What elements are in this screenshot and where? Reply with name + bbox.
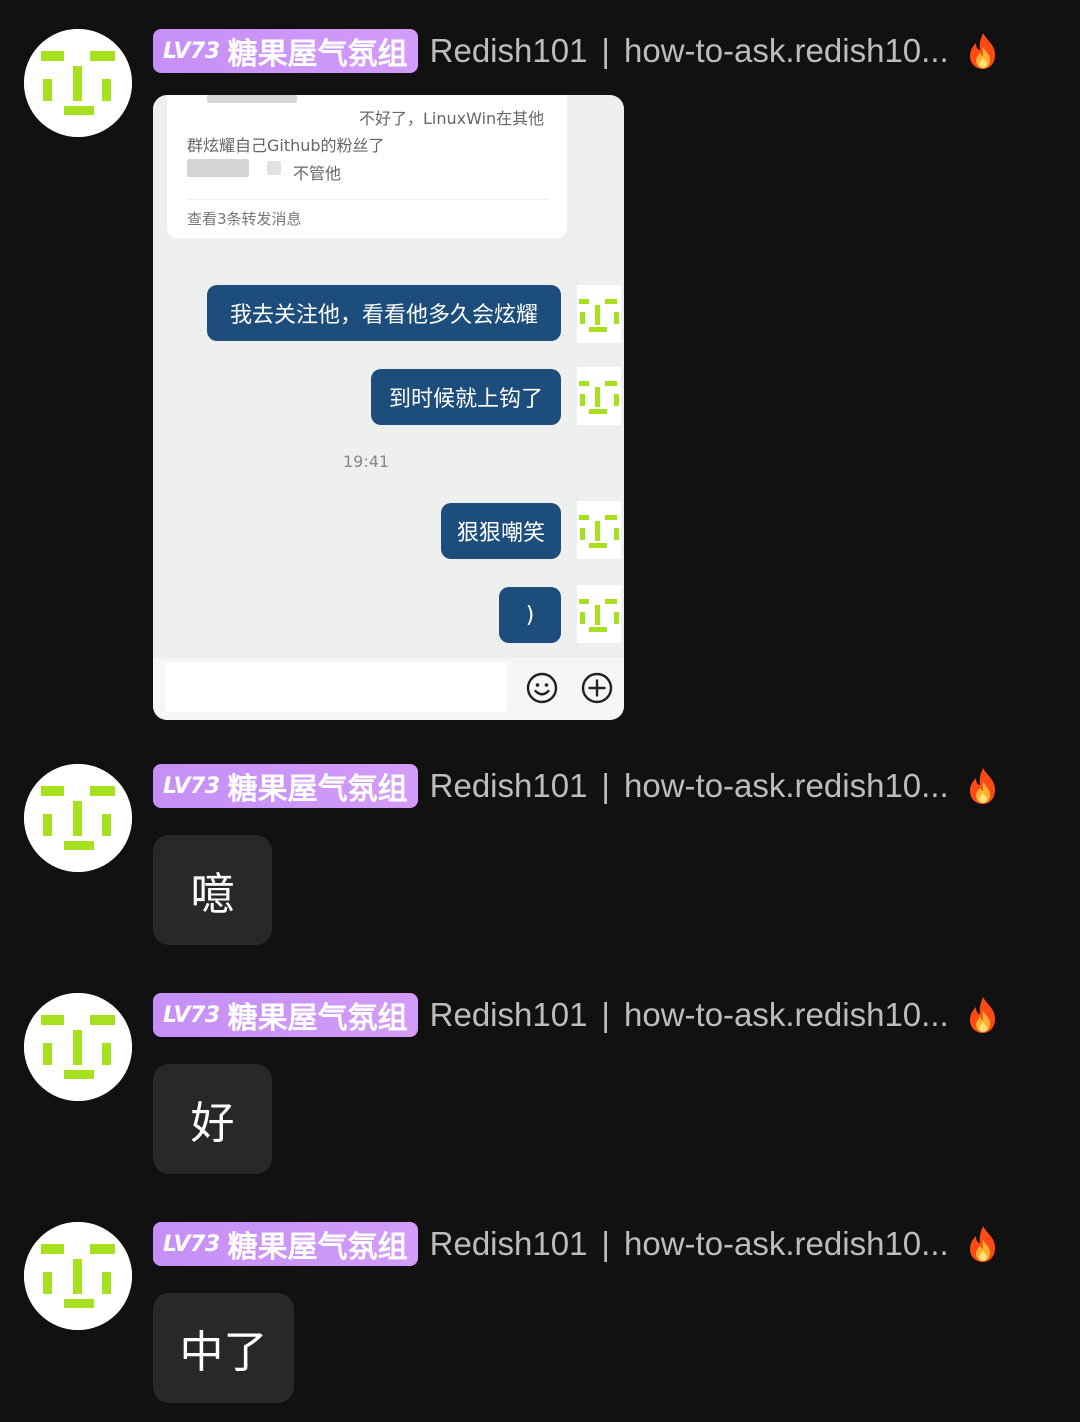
mini-avatar <box>577 367 621 425</box>
pixel-face-avatar-icon <box>24 764 132 872</box>
avatar[interactable] <box>24 1222 132 1330</box>
sender-site: how-to-ask.redish10... <box>624 767 949 804</box>
mini-avatar <box>577 585 621 643</box>
avatar[interactable] <box>24 29 132 137</box>
flame-icon <box>965 1224 1001 1264</box>
level-label: LV73 <box>163 1002 220 1028</box>
forward-line-1: 不好了，LinuxWin在其他 <box>359 109 545 128</box>
pixel-face-avatar-icon <box>577 585 621 643</box>
message-header: LV73 糖果屋气氛组 Redish101 | how-to-ask.redis… <box>153 29 1001 73</box>
group-title: 糖果屋气氛组 <box>227 772 408 807</box>
outgoing-bubble: ) <box>499 587 561 643</box>
pixel-face-avatar-icon <box>577 367 621 425</box>
message-header: LV73 糖果屋气氛组 Redish101 | how-to-ask.redis… <box>153 764 1001 808</box>
divider <box>187 199 549 200</box>
separator: | <box>601 1225 610 1262</box>
level-label: LV73 <box>163 38 220 64</box>
pixel-face-avatar-icon <box>24 993 132 1101</box>
group-title: 糖果屋气氛组 <box>227 37 408 72</box>
message-bubble[interactable]: 噫 <box>153 835 272 945</box>
level-badge: LV73 糖果屋气氛组 <box>153 993 418 1037</box>
avatar[interactable] <box>24 764 132 872</box>
separator: | <box>601 996 610 1033</box>
message-bubble[interactable]: 好 <box>153 1064 272 1174</box>
sender-name[interactable]: Redish101 <box>430 1225 588 1263</box>
plus-circle-icon[interactable] <box>580 671 614 705</box>
sender-name[interactable]: Redish101 <box>430 32 588 70</box>
sender-site: how-to-ask.redish10... <box>624 996 949 1033</box>
message-header: LV73 糖果屋气氛组 Redish101 | how-to-ask.redis… <box>153 993 1001 1037</box>
image-message[interactable]: 不好了，LinuxWin在其他 群炫耀自己Github的粉丝了 不管他 查看3条… <box>153 95 624 720</box>
blurred-name <box>267 161 281 175</box>
pixel-face-avatar-icon <box>577 501 621 559</box>
mini-avatar <box>577 501 621 559</box>
blurred-name <box>207 95 297 103</box>
pixel-face-avatar-icon <box>24 1222 132 1330</box>
outgoing-bubble: 到时候就上钩了 <box>371 369 561 425</box>
outgoing-bubble: 狠狠嘲笑 <box>441 503 561 559</box>
sender-name[interactable]: Redish101 <box>430 996 588 1034</box>
separator: | <box>601 767 610 804</box>
group-title: 糖果屋气氛组 <box>227 1230 408 1265</box>
forward-more-link[interactable]: 查看3条转发消息 <box>187 208 302 229</box>
avatar[interactable] <box>24 993 132 1101</box>
sender-name[interactable]: Redish101 <box>430 767 588 805</box>
flame-icon <box>965 995 1001 1035</box>
forwarded-card: 不好了，LinuxWin在其他 群炫耀自己Github的粉丝了 不管他 查看3条… <box>167 95 567 238</box>
sender-site: how-to-ask.redish10... <box>624 32 949 69</box>
forward-line-3: 不管他 <box>293 164 342 183</box>
outgoing-bubble: 我去关注他，看看他多久会炫耀 <box>207 285 561 341</box>
message-header: LV73 糖果屋气氛组 Redish101 | how-to-ask.redis… <box>153 1222 1001 1266</box>
level-label: LV73 <box>163 1231 220 1257</box>
sender-site: how-to-ask.redish10... <box>624 1225 949 1262</box>
forward-line-2: 群炫耀自己Github的粉丝了 <box>187 136 385 155</box>
flame-icon <box>965 31 1001 71</box>
level-badge: LV73 糖果屋气氛组 <box>153 764 418 808</box>
flame-icon <box>965 766 1001 806</box>
group-title: 糖果屋气氛组 <box>227 1001 408 1036</box>
mini-avatar <box>577 285 621 343</box>
level-label: LV73 <box>163 773 220 799</box>
separator: | <box>601 32 610 69</box>
input-bar <box>153 658 624 720</box>
level-badge: LV73 糖果屋气氛组 <box>153 1222 418 1266</box>
level-badge: LV73 糖果屋气氛组 <box>153 29 418 73</box>
message-input[interactable] <box>165 662 507 712</box>
blurred-name <box>187 159 249 177</box>
message-bubble[interactable]: 中了 <box>153 1293 294 1403</box>
pixel-face-avatar-icon <box>577 285 621 343</box>
smiley-icon[interactable] <box>525 671 559 705</box>
timestamp: 19:41 <box>343 452 390 471</box>
pixel-face-avatar-icon <box>24 29 132 137</box>
